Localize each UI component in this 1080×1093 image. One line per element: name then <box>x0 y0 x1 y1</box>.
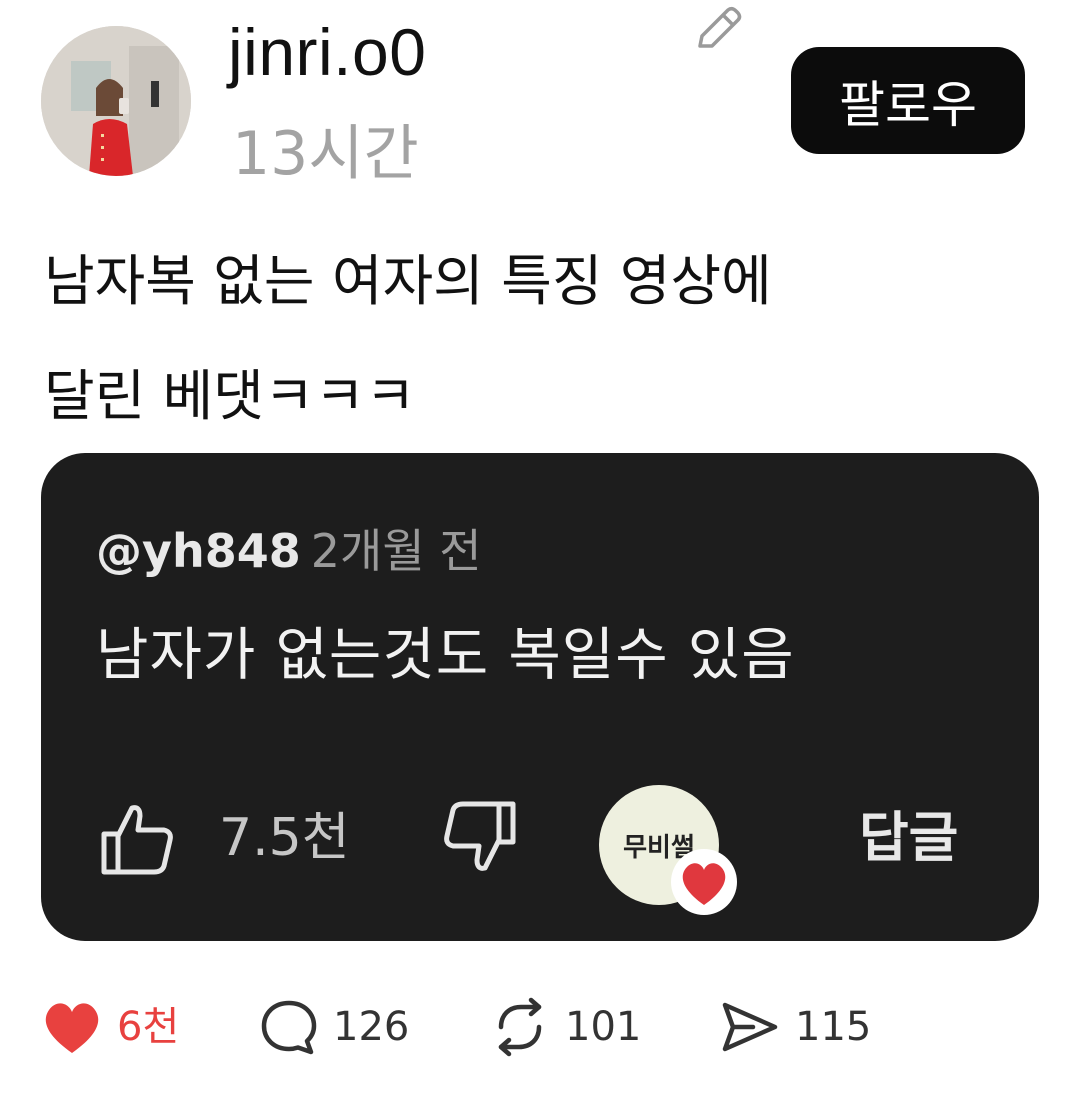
share-button[interactable]: 115 <box>719 992 871 1062</box>
post-timestamp: 13시간 <box>232 119 419 189</box>
avatar-photo <box>41 26 191 176</box>
post-text-line: 남자복 없는 여자의 특징 영상에 <box>44 249 772 313</box>
comment-body: 남자가 없는것도 복일수 있음 <box>96 622 795 688</box>
repost-count: 101 <box>565 1004 642 1050</box>
heart-icon <box>45 1003 99 1053</box>
follow-button[interactable]: 팔로우 <box>791 47 1025 154</box>
avatar[interactable] <box>41 26 191 176</box>
post-text: 남자복 없는 여자의 특징 영상에 달린 베댓ㅋㅋㅋ <box>44 224 1044 454</box>
share-icon <box>722 1002 778 1052</box>
thumbs-up-icon <box>101 805 173 875</box>
comment-header: @yh848 2개월 전 <box>96 523 482 579</box>
thumbs-down-icon <box>444 801 516 871</box>
thread-post: jinri.o0 13시간 팔로우 남자복 없는 여자의 특징 영상에 달린 베… <box>0 0 1080 1093</box>
comment-button[interactable]: 126 <box>259 992 409 1062</box>
comment-handle: @yh848 <box>96 524 301 578</box>
comment-time: 2개월 전 <box>310 524 482 578</box>
username[interactable]: jinri.o0 <box>228 12 426 92</box>
like-button[interactable]: 6천 <box>41 992 179 1062</box>
repost-icon <box>498 997 542 1057</box>
like-count: 6천 <box>117 1004 180 1050</box>
edit-icon[interactable] <box>690 2 746 58</box>
reply-button: 답글 <box>859 806 959 869</box>
heart-icon <box>671 849 737 915</box>
comment-icon <box>261 1000 317 1055</box>
comment-count: 126 <box>333 1004 410 1050</box>
embedded-comment-image[interactable]: @yh848 2개월 전 남자가 없는것도 복일수 있음 7.5천 무비썰 답글 <box>41 453 1039 941</box>
repost-button[interactable]: 101 <box>489 992 641 1062</box>
post-text-line: 달린 베댓ㅋㅋㅋ <box>44 364 416 428</box>
share-count: 115 <box>795 1004 872 1050</box>
comment-like-count: 7.5천 <box>219 808 350 868</box>
